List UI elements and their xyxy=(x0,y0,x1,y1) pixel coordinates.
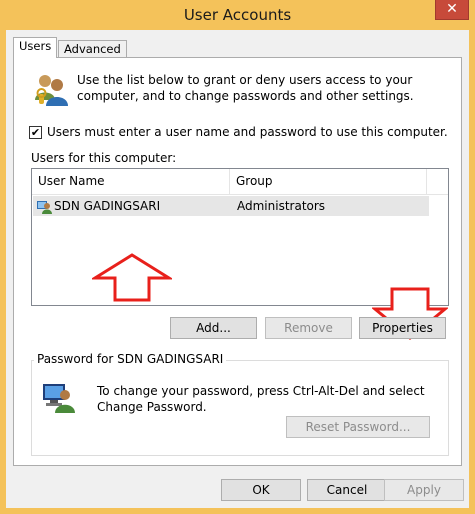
users-icon xyxy=(35,75,68,106)
table-row[interactable]: SDN GADINGSARI Administrators xyxy=(33,196,429,216)
password-group-legend: Password for SDN GADINGSARI xyxy=(34,352,227,366)
column-header-filler xyxy=(427,169,448,194)
up-arrow-annotation xyxy=(92,253,172,302)
close-button[interactable]: ✕ xyxy=(435,0,469,20)
column-header-user-name[interactable]: User Name xyxy=(32,169,230,194)
properties-button[interactable]: Properties xyxy=(359,317,446,339)
users-description: Use the list below to grant or deny user… xyxy=(77,73,414,103)
row-group: Administrators xyxy=(237,199,326,213)
computer-user-icon xyxy=(43,384,75,413)
users-tab-panel: Use the list below to grant or deny user… xyxy=(13,57,462,466)
cancel-button[interactable]: Cancel xyxy=(307,479,387,501)
title-bar: User Accounts ✕ xyxy=(0,0,475,30)
remove-button[interactable]: Remove xyxy=(265,317,352,339)
user-icon xyxy=(37,201,52,214)
row-user-name: SDN GADINGSARI xyxy=(54,199,161,213)
header-divider xyxy=(32,194,448,195)
dialog-body: Users Advanced Use the list below to gra… xyxy=(6,30,469,508)
tab-users[interactable]: Users xyxy=(13,37,58,58)
require-login-checkbox[interactable]: ✔ xyxy=(29,126,42,139)
require-login-label[interactable]: Users must enter a user name and passwor… xyxy=(47,125,448,139)
window-title: User Accounts xyxy=(183,6,292,24)
ok-button[interactable]: OK xyxy=(221,479,301,501)
users-list-caption: Users for this computer: xyxy=(31,151,177,165)
reset-password-button[interactable]: Reset Password... xyxy=(286,416,430,438)
apply-button[interactable]: Apply xyxy=(384,479,464,501)
tab-advanced[interactable]: Advanced xyxy=(58,40,127,58)
password-instructions: To change your password, press Ctrl-Alt-… xyxy=(97,384,425,414)
column-header-group[interactable]: Group xyxy=(230,169,427,194)
add-button[interactable]: Add... xyxy=(170,317,257,339)
